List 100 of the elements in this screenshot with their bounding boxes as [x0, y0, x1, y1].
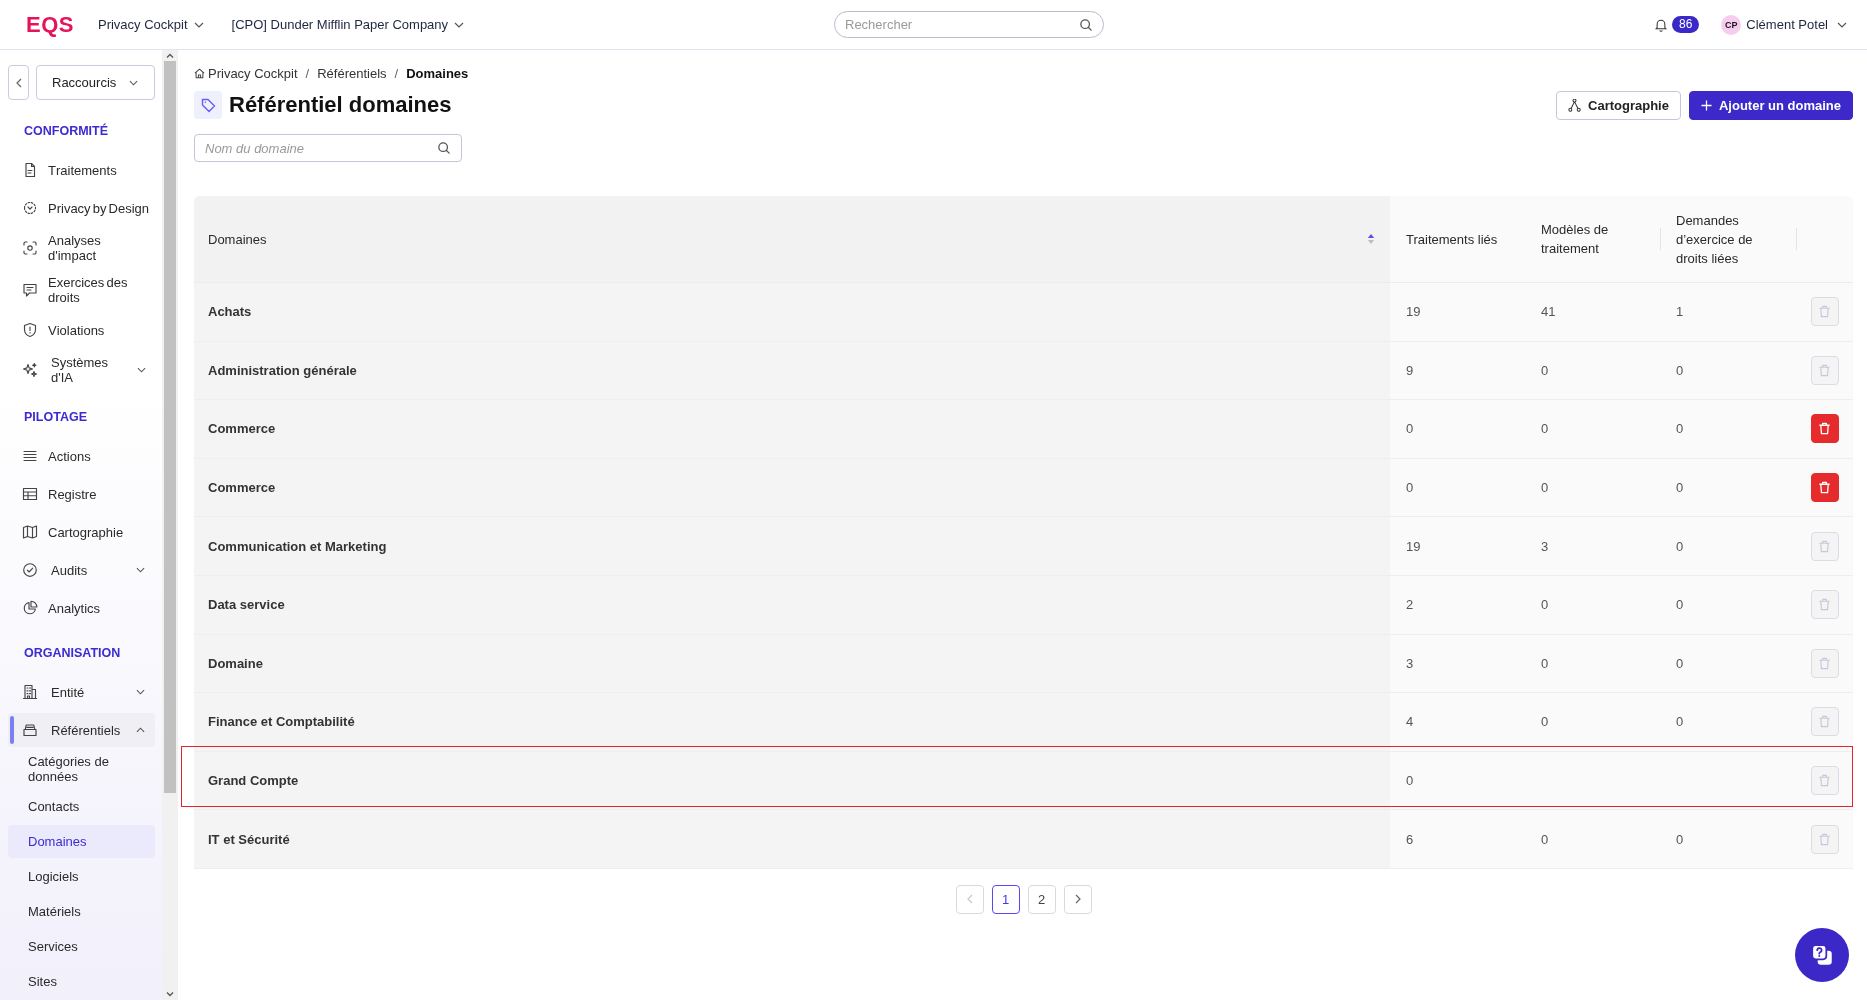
table-cell: IT et Sécurité — [194, 810, 1390, 868]
trash-icon — [1818, 539, 1831, 553]
nav-subitem[interactable]: Logiciels — [8, 860, 155, 893]
breadcrumb-link[interactable]: Référentiels — [317, 65, 387, 81]
table-cell-text: 6 — [1405, 830, 1415, 849]
scroll-up-icon[interactable] — [166, 53, 174, 58]
trash-icon — [1818, 481, 1831, 495]
chat-bubble-icon — [22, 282, 38, 298]
trash-icon — [1818, 598, 1831, 612]
table-cell-text: 0 — [1405, 772, 1415, 791]
page-button[interactable]: 1 — [991, 884, 1020, 914]
trash-icon — [1818, 363, 1831, 377]
building-icon — [22, 684, 38, 700]
search-field[interactable]: Rechercher — [834, 11, 1104, 38]
table-cell-text: 0 — [1675, 361, 1685, 380]
table-cell-text: 2 — [1405, 596, 1415, 615]
table-cell-text: 0 — [1540, 420, 1550, 439]
nav-item[interactable]: Violations — [8, 313, 155, 347]
help-button[interactable] — [1795, 928, 1849, 982]
table-cell: Commerce — [194, 458, 1390, 517]
tray-icon — [22, 722, 38, 738]
sort-icon[interactable] — [1367, 233, 1375, 245]
table-cell: Data service — [194, 575, 1390, 634]
context-menu-button[interactable]: Privacy Cockpit — [97, 17, 204, 32]
scroll-down-icon[interactable] — [166, 992, 174, 997]
pie-chart-icon — [22, 600, 38, 616]
focus-icon — [22, 240, 38, 256]
dashed-circle-icon — [22, 200, 38, 216]
column-header[interactable]: Domaines — [194, 196, 1390, 282]
trash-icon — [1818, 656, 1831, 670]
nav-subitem[interactable]: Catégories de données — [8, 750, 155, 788]
nav-item[interactable]: Analyses d'impact — [8, 229, 155, 267]
nav-item[interactable]: Privacy by Design — [8, 191, 155, 225]
trash-icon — [1818, 715, 1831, 729]
table-cell-text: 0 — [1540, 654, 1550, 673]
nav-item[interactable]: Analytics — [8, 591, 155, 625]
table-cell-text: 0 — [1675, 654, 1685, 673]
page-button[interactable]: 2 — [1027, 884, 1056, 914]
scrollbar[interactable] — [162, 50, 178, 1000]
table-cell-text: 0 — [1675, 479, 1685, 498]
breadcrumb-separator: / — [305, 65, 310, 81]
table-cell-text: 1 — [1675, 303, 1685, 322]
table-cell-text: 9 — [1405, 361, 1415, 380]
trash-icon — [1818, 774, 1831, 788]
delete-button[interactable] — [1810, 473, 1839, 503]
caret-icon — [193, 21, 204, 28]
nav-item[interactable]: Cartographie — [8, 515, 155, 549]
home-icon — [194, 67, 205, 79]
breadcrumb-current: Domaines — [406, 65, 469, 81]
delete-button[interactable] — [1810, 414, 1839, 444]
nav-item[interactable]: Exercices des droits — [8, 271, 155, 309]
column-header: Traitements liés — [1405, 230, 1499, 249]
notification-badge: 86 — [1672, 16, 1700, 33]
search-icon — [438, 142, 450, 154]
scrollbar-thumb[interactable] — [164, 61, 176, 793]
table-cell-text: 0 — [1675, 420, 1685, 439]
bell-icon[interactable] — [1655, 17, 1667, 32]
caret-icon — [454, 21, 465, 28]
document-icon — [22, 162, 38, 178]
table-cell-text: 0 — [1405, 479, 1415, 498]
table-cell-text: 0 — [1540, 479, 1550, 498]
collapse-button[interactable] — [8, 65, 29, 100]
nav-subitem[interactable]: Sites — [8, 965, 155, 998]
domain-search-field[interactable]: Nom du domaine — [194, 134, 462, 162]
nav-item[interactable]: Référentiels — [8, 713, 155, 747]
nav-subitem[interactable]: Matériels — [8, 895, 155, 928]
nav-item[interactable]: Traitements — [8, 153, 155, 187]
user-menu-button[interactable]: CP Clément Potel — [1721, 14, 1847, 35]
cartography-button[interactable]: Cartographie — [1556, 90, 1681, 120]
nav-item[interactable]: Systèmes d'IA — [8, 351, 155, 389]
table-cell-text: 0 — [1675, 537, 1685, 556]
logo[interactable]: EQS — [26, 11, 74, 38]
table-cell: Administration générale — [194, 341, 1390, 400]
table-cell: Grand Compte — [194, 751, 1390, 810]
caret-icon — [1837, 21, 1847, 28]
add-domain-button[interactable]: Ajouter un domaine — [1688, 90, 1853, 120]
network-icon — [1568, 98, 1582, 112]
shortcuts-dropdown[interactable]: Raccourcis — [36, 65, 155, 100]
section-heading: CONFORMITÉ — [23, 122, 110, 140]
table-cell: Commerce — [194, 400, 1390, 458]
next-page-button[interactable] — [1063, 884, 1092, 914]
table-cell-text: 19 — [1405, 303, 1422, 322]
nav-subitem[interactable]: Services — [8, 930, 155, 963]
table-cell: Finance et Comptabilité — [194, 693, 1390, 751]
nav-item[interactable]: Registre — [8, 477, 155, 511]
nav-subitem[interactable]: Contacts — [8, 790, 155, 823]
nav-item[interactable]: Actions — [8, 439, 155, 473]
trash-icon — [1818, 832, 1831, 846]
page-title: Référentiel domaines — [229, 92, 452, 118]
search-icon — [1080, 18, 1092, 31]
nav-subitem[interactable]: Domaines — [8, 825, 155, 858]
table-cell-text: 0 — [1675, 830, 1685, 849]
breadcrumb-link[interactable]: Privacy Cockpit — [194, 65, 298, 81]
avatar: CP — [1721, 14, 1742, 35]
table-cell-text: 0 — [1540, 596, 1550, 615]
table-cell-text: 4 — [1405, 713, 1415, 732]
nav-item[interactable]: Audits — [8, 553, 155, 587]
context-menu-button[interactable]: [CPO] Dunder Mifflin Paper Company — [231, 17, 465, 32]
nav-item[interactable]: Entité — [8, 675, 155, 709]
table-cell: Communication et Marketing — [194, 517, 1390, 575]
